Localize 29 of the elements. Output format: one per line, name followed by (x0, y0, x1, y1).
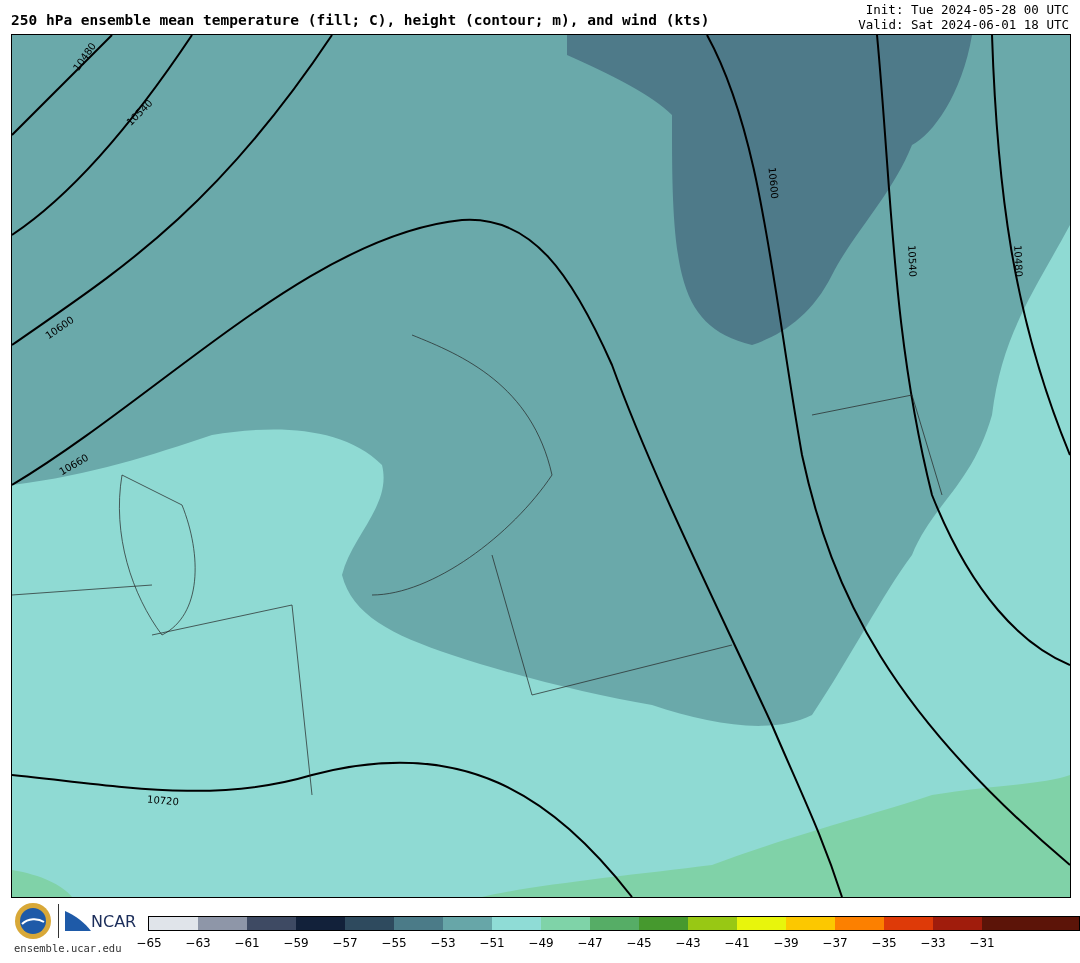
seal-icon (14, 902, 52, 940)
colorbar-tick-label: −55 (380, 936, 408, 950)
colorbar-tick-label: −53 (429, 936, 457, 950)
colorbar-tick-label: −45 (625, 936, 653, 950)
colorbar-tick-label: −33 (919, 936, 947, 950)
logo-wordmark: NCAR (91, 911, 137, 931)
contour-label: 10480 (1011, 244, 1025, 278)
colorbar-tick-label: −59 (282, 936, 310, 950)
colorbar-tick-label: −47 (576, 936, 604, 950)
contour-label: 10600 (765, 166, 781, 200)
colorbar-tick-label: −63 (184, 936, 212, 950)
colorbar-tick-label: −35 (870, 936, 898, 950)
colorbar-tick-label: −51 (478, 936, 506, 950)
valid-time: Valid: Sat 2024-06-01 18 UTC (858, 17, 1069, 32)
contour-label: 10720 (146, 793, 180, 809)
colorbar-tick-label: −61 (233, 936, 261, 950)
swoosh-icon (65, 911, 91, 931)
colorbar-tick-label: −37 (821, 936, 849, 950)
colorbar-tick-label: −43 (674, 936, 702, 950)
colorbar-tick-label: −65 (135, 936, 163, 950)
site-url: ensemble.ucar.edu (14, 942, 123, 954)
contour-label: 10540 (905, 244, 919, 278)
chart-title: 250 hPa ensemble mean temperature (fill; C), height (contour; m), and wind (kts) (11, 12, 710, 30)
colorbar-tick-label: −41 (723, 936, 751, 950)
init-time: Init: Tue 2024-05-28 00 UTC (865, 2, 1069, 17)
colorbar-tick-label: −39 (772, 936, 800, 950)
colorbar-tick-label: −31 (968, 936, 996, 950)
colorbar-tick-label: −49 (527, 936, 555, 950)
colorbar-tick-label: −57 (331, 936, 359, 950)
